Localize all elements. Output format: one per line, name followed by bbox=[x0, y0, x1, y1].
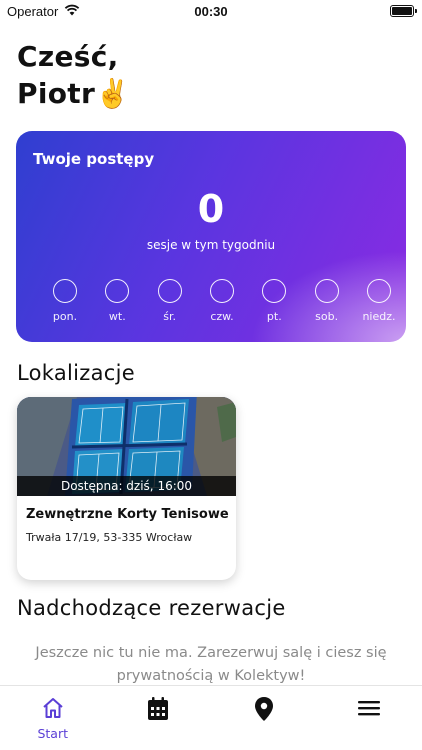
availability-label: Dostępna: dziś, 16:00 bbox=[17, 476, 236, 496]
day-label: śr. bbox=[163, 310, 177, 323]
sessions-label: sesje w tym tygodniu bbox=[146, 238, 276, 252]
day-indicator bbox=[366, 279, 391, 303]
battery-icon bbox=[390, 5, 414, 17]
location-name: Zewnętrzne Korty Tenisowe bbox=[26, 507, 229, 522]
greeting: Cześć, Piotr✌️ bbox=[17, 38, 130, 112]
day-tuesday: wt. bbox=[94, 279, 140, 323]
day-friday: pt. bbox=[251, 279, 297, 323]
day-label: pon. bbox=[52, 310, 78, 323]
day-monday: pon. bbox=[42, 279, 88, 323]
progress-card-title: Twoje postępy bbox=[33, 150, 155, 168]
sessions-count: 0 bbox=[197, 187, 225, 231]
greeting-line-1: Cześć, bbox=[17, 40, 119, 73]
day-indicator bbox=[262, 279, 287, 303]
reservations-heading: Nadchodzące rezerwacje bbox=[17, 596, 286, 620]
status-bar: Operator 00:30 bbox=[0, 0, 422, 24]
day-label: wt. bbox=[108, 310, 126, 323]
tab-menu[interactable] bbox=[317, 686, 422, 750]
day-saturday: sob. bbox=[304, 279, 350, 323]
greeting-line-2: Piotr✌️ bbox=[17, 77, 131, 110]
calendar-icon bbox=[146, 696, 170, 726]
day-wednesday: śr. bbox=[147, 279, 193, 323]
weekday-row: pon. wt. śr. czw. pt. sob. niedz. bbox=[42, 279, 402, 323]
tab-start-label: Start bbox=[37, 726, 69, 741]
tab-calendar[interactable] bbox=[106, 686, 212, 750]
hamburger-menu-icon bbox=[357, 696, 381, 724]
tab-map[interactable] bbox=[211, 686, 317, 750]
day-label: pt. bbox=[266, 310, 282, 323]
day-indicator bbox=[157, 279, 182, 303]
empty-reservations-message: Jeszcze nic tu nie ma. Zarezerwuj salę i… bbox=[35, 645, 387, 684]
day-indicator bbox=[105, 279, 130, 303]
day-indicator bbox=[314, 279, 339, 303]
clock: 00:30 bbox=[194, 4, 228, 19]
location-address: Trwała 17/19, 53-335 Wrocław bbox=[26, 531, 193, 544]
day-indicator bbox=[53, 279, 77, 303]
home-icon bbox=[41, 696, 65, 724]
day-thursday: czw. bbox=[199, 279, 245, 323]
tab-start[interactable]: Start bbox=[0, 686, 106, 750]
locations-heading: Lokalizacje bbox=[17, 361, 136, 385]
day-label: sob. bbox=[315, 310, 339, 323]
location-pin-icon bbox=[253, 696, 275, 726]
progress-card: Twoje postępy 0 sesje w tym tygodniu pon… bbox=[16, 131, 406, 342]
location-card[interactable]: Dostępna: dziś, 16:00 Zewnętrzne Korty T… bbox=[17, 397, 236, 580]
day-label: czw. bbox=[210, 310, 234, 323]
day-sunday: niedz. bbox=[356, 279, 402, 323]
location-photo: Dostępna: dziś, 16:00 bbox=[17, 397, 236, 496]
tab-bar: Start bbox=[0, 685, 422, 750]
day-indicator bbox=[209, 279, 234, 303]
day-label: niedz. bbox=[362, 310, 396, 323]
